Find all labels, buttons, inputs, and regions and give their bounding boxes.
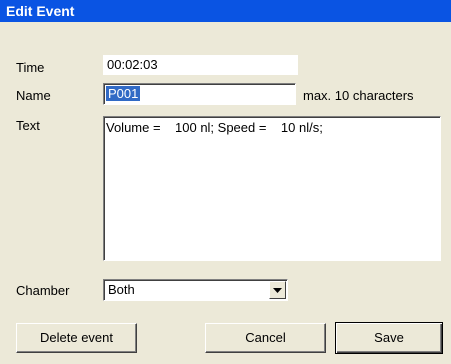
edit-event-dialog: Edit Event Time 00:02:03 Name P001 max. … [0,0,451,364]
name-hint: max. 10 characters [303,88,414,103]
cancel-button[interactable]: Cancel [205,323,326,353]
dropdown-button[interactable] [269,281,286,299]
chamber-label: Chamber [16,283,70,298]
save-button-label: Save [374,330,404,345]
delete-event-button[interactable]: Delete event [16,323,137,353]
save-button[interactable]: Save [335,322,443,354]
name-input[interactable]: P001 [103,83,296,105]
chamber-selected-value: Both [108,282,135,297]
text-label: Text [16,118,40,133]
dialog-title-bar: Edit Event [0,0,451,22]
name-label: Name [16,88,51,103]
time-value: 00:02:03 [107,57,158,72]
chamber-select[interactable]: Both [103,279,288,301]
time-label: Time [16,60,45,75]
time-field: 00:02:03 [103,55,298,75]
dialog-title: Edit Event [6,3,75,19]
chevron-down-icon [273,287,282,293]
text-area[interactable]: Volume = 100 nl; Speed = 10 nl/s; [103,116,441,261]
name-selected-text: P001 [106,86,141,101]
